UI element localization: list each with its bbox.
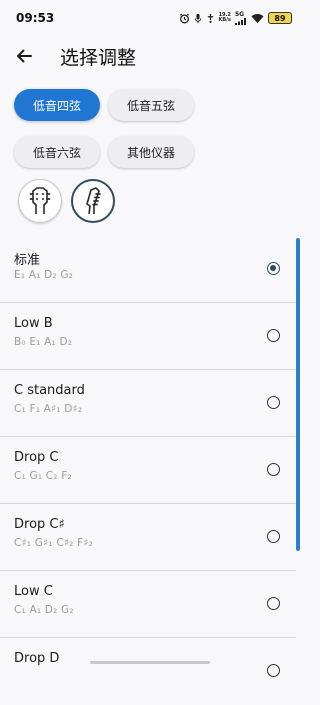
chip-bass-4-string[interactable]: 低音四弦 [14,89,100,121]
radio-button[interactable] [267,463,280,476]
headstock-4-inline-icon [86,187,101,215]
tuning-name: Drop C [14,450,59,465]
chip-other-instruments[interactable]: 其他仪器 [108,136,194,168]
headstock-2x2-button[interactable] [18,179,62,223]
chip-bass-6-string[interactable]: 低音六弦 [14,136,100,168]
tuning-item-drop-d[interactable]: Drop D [0,638,296,705]
tuning-notes: B₀ E₁ A₁ D₂ [14,336,73,348]
radio-button[interactable] [267,396,280,409]
mute-icon [207,13,213,23]
back-button[interactable] [10,42,38,70]
tuning-notes: C₁ A₁ D₂ G₂ [14,604,74,616]
headstock-2x2-icon [29,187,51,214]
microphone-icon [194,13,201,23]
chip-bass-5-string[interactable]: 低音五弦 [108,89,194,121]
status-bar: 09:53 19.2 KB/s 5G 89 [0,0,300,36]
home-indicator[interactable] [90,661,210,664]
tuning-name: Low C [14,584,53,599]
network-speed: 19.2 KB/s [219,13,232,23]
tuning-item-standard[interactable]: 标准 E₁ A₁ D₂ G₂ [0,236,296,303]
battery-indicator: 89 [268,12,292,24]
radio-button[interactable] [267,329,280,342]
status-time: 09:53 [16,11,55,25]
tuning-name: Low B [14,316,53,331]
tuning-notes: C₁ F₁ A♯₁ D♯₂ [14,403,83,415]
radio-button[interactable] [267,530,280,543]
radio-button[interactable] [267,664,280,677]
alarm-icon [179,13,189,23]
radio-button-selected[interactable] [267,262,280,275]
network-speed-unit: KB/s [218,17,232,23]
tuning-name: 标准 [14,253,41,268]
headstock-inline-button[interactable] [71,179,115,223]
status-icons: 19.2 KB/s 5G 89 [179,11,292,25]
radio-button[interactable] [267,597,280,610]
tuning-item-drop-c[interactable]: Drop C C₁ G₁ C₂ F₂ [0,437,296,504]
tuning-item-drop-c-sharp[interactable]: Drop C♯ C♯₁ G♯₁ C♯₂ F♯₂ [0,504,296,571]
scrollbar[interactable] [296,238,300,551]
tuning-notes: E₁ A₁ D₂ G₂ [14,269,74,281]
app-header: 选择调整 [0,36,300,76]
tuning-list: 标准 E₁ A₁ D₂ G₂ Low B B₀ E₁ A₁ D₂ C stand… [0,236,296,705]
wifi-icon [251,13,264,23]
tuning-item-low-c[interactable]: Low C C₁ A₁ D₂ G₂ [0,571,296,638]
page-title: 选择调整 [60,47,137,69]
tuning-name: Drop D [14,651,60,666]
tuning-name: Drop C♯ [14,517,65,532]
tuning-item-low-b[interactable]: Low B B₀ E₁ A₁ D₂ [0,303,296,370]
tuning-notes: C♯₁ G♯₁ C♯₂ F♯₂ [14,537,94,549]
tuning-name: C standard [14,383,85,398]
tuning-item-c-standard[interactable]: C standard C₁ F₁ A♯₁ D♯₂ [0,370,296,437]
arrow-left-icon [17,49,32,63]
tuning-notes: C₁ G₁ C₂ F₂ [14,470,72,482]
cellular-signal: 5G [235,11,247,25]
signal-bars-icon [235,17,246,25]
